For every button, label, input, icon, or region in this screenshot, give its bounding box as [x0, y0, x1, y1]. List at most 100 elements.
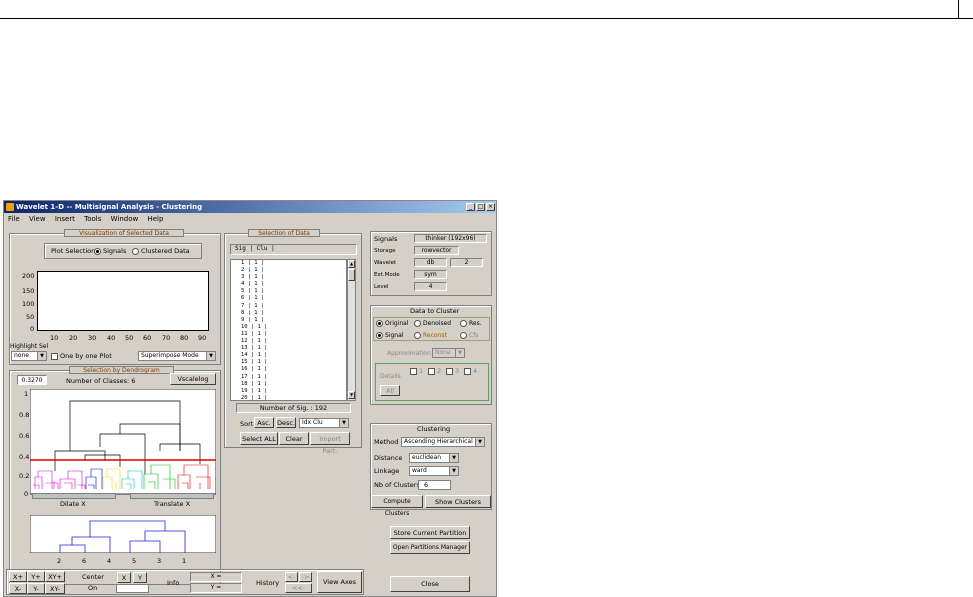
list-item[interactable]: 16 | 1 |: [241, 366, 346, 373]
details-all-button[interactable]: All: [380, 385, 400, 396]
nb-clusters-input[interactable]: 6: [418, 480, 451, 490]
viz-ytick: 0: [30, 325, 35, 333]
list-item[interactable]: 4 | 1 |: [241, 281, 346, 288]
reconst-label: Reconst: [423, 332, 447, 339]
denoised-radio[interactable]: Denoised: [414, 320, 451, 328]
approximation-select[interactable]: None ▼: [432, 348, 465, 358]
center-x-button[interactable]: X: [117, 572, 131, 583]
open-partitions-manager-button[interactable]: Open Partitions Manager: [390, 541, 470, 554]
viz-ytick: 100: [22, 300, 35, 308]
list-item[interactable]: 13 | 1 |: [241, 345, 346, 352]
menu-file[interactable]: File: [8, 215, 20, 223]
list-item[interactable]: 8 | 1 |: [241, 310, 346, 317]
menu-insert[interactable]: Insert: [55, 215, 75, 223]
list-item[interactable]: 1 | 1 |: [241, 260, 346, 267]
selection-header: Sig | Clu |: [230, 244, 357, 255]
zoom-xy-minus-button[interactable]: XY-: [45, 583, 65, 594]
detail-2-checkbox[interactable]: 2: [428, 367, 441, 375]
list-scrollbar[interactable]: ▲ ▼: [347, 259, 356, 401]
scroll-down-icon[interactable]: ▼: [348, 391, 355, 399]
method-select[interactable]: Ascending Hierarchical ▼: [401, 437, 485, 447]
scroll-up-icon[interactable]: ▲: [348, 260, 355, 268]
one-by-one-checkbox[interactable]: One by one Plot: [51, 352, 112, 360]
compute-clusters-button[interactable]: Compute Clusters: [371, 495, 423, 517]
history-reset-button[interactable]: <<-: [285, 583, 312, 593]
list-item[interactable]: 14 | 1 |: [241, 352, 346, 359]
clear-button[interactable]: Clear: [279, 432, 309, 445]
zoom-y-plus-button[interactable]: Y+: [27, 571, 45, 582]
zoom-x-minus-button[interactable]: X-: [9, 583, 27, 594]
linkage-select[interactable]: ward ▼: [409, 466, 459, 476]
vscalelog-button[interactable]: Vscalelog: [170, 373, 216, 385]
clustered-data-radio[interactable]: Clustered Data: [132, 247, 190, 255]
list-item[interactable]: 12 | 1 |: [241, 338, 346, 345]
viz-xtick: 10: [50, 334, 59, 342]
list-item[interactable]: 6 | 1 |: [241, 295, 346, 302]
list-item[interactable]: 3 | 1 |: [241, 274, 346, 281]
close-window-button[interactable]: ×: [486, 203, 495, 211]
zoom-x-plus-button[interactable]: X+: [9, 571, 27, 582]
sort-desc-button[interactable]: Desc.: [276, 417, 296, 428]
translate-scrollbar[interactable]: [130, 493, 214, 499]
list-item[interactable]: 17 | 1 |: [241, 374, 346, 381]
threshold-input[interactable]: 0.3270: [17, 375, 47, 385]
center-y-button[interactable]: Y: [133, 572, 147, 583]
list-item[interactable]: 15 | 1 |: [241, 359, 346, 366]
detail-2-label: 2: [437, 367, 442, 375]
sort-asc-button[interactable]: Asc.: [254, 417, 274, 428]
detail-1-checkbox[interactable]: 1: [410, 367, 423, 375]
center-input[interactable]: [116, 584, 149, 593]
signal-radio[interactable]: Signal: [376, 332, 403, 340]
scroll-thumb[interactable]: [348, 269, 355, 281]
dilate-scrollbar[interactable]: [32, 493, 116, 499]
select-all-button[interactable]: Select ALL: [240, 432, 278, 445]
menu-help[interactable]: Help: [147, 215, 163, 223]
list-item[interactable]: 19 | 1 |: [241, 388, 346, 395]
menu-view[interactable]: View: [29, 215, 46, 223]
list-item[interactable]: 9 | 1 |: [241, 317, 346, 324]
history-forward-button[interactable]: ->: [299, 572, 312, 582]
res-radio[interactable]: Res.: [460, 320, 482, 328]
list-item[interactable]: 5 | 1 |: [241, 288, 346, 295]
sort-by-select[interactable]: Idx Clu ▼: [299, 418, 349, 428]
center-on-label: On: [88, 584, 98, 592]
menu-window[interactable]: Window: [111, 215, 139, 223]
plot-mode-select[interactable]: Superimpose Mode ▼: [138, 351, 216, 361]
history-back-button[interactable]: <-: [285, 572, 298, 582]
signals-radio[interactable]: Signals: [94, 247, 126, 255]
list-item[interactable]: 11 | 1 |: [241, 331, 346, 338]
detail-3-checkbox[interactable]: 3: [446, 367, 459, 375]
import-part-button[interactable]: Import Part.: [310, 432, 350, 455]
level-label: Level: [374, 284, 389, 290]
view-axes-button[interactable]: View Axes: [317, 571, 362, 593]
maximize-button[interactable]: □: [476, 203, 485, 211]
cfs-radio[interactable]: Cfs: [460, 332, 478, 340]
distance-value: euclidean: [412, 454, 442, 461]
detail-4-checkbox[interactable]: 4: [464, 367, 477, 375]
sort-label: Sort: [240, 420, 254, 428]
dendro-ytick: 0.2: [19, 472, 30, 480]
close-button[interactable]: Close: [390, 576, 470, 592]
data-to-cluster-title: Data to Cluster: [410, 307, 460, 315]
dendro-ytick: 0.8: [19, 411, 30, 419]
list-item[interactable]: 10 | 1 |: [241, 324, 346, 331]
zoom-y-minus-button[interactable]: Y-: [27, 583, 45, 594]
highlight-select[interactable]: none ▼: [11, 351, 47, 361]
zoom-xy-plus-button[interactable]: XY+: [45, 571, 65, 582]
reconst-radio[interactable]: Reconst: [414, 332, 447, 340]
viz-xtick: 30: [88, 334, 97, 342]
signal-list[interactable]: 1 | 1 | 2 | 1 | 3 | 1 | 4 | 1 | 5 | 1 | …: [230, 259, 347, 401]
list-item[interactable]: 7 | 1 |: [241, 303, 346, 310]
list-item[interactable]: 20 | 1 |: [241, 395, 346, 402]
list-item[interactable]: 2 | 1 |: [241, 267, 346, 274]
original-radio[interactable]: Original: [376, 320, 408, 328]
minimize-button[interactable]: _: [466, 203, 475, 211]
menu-bar: File View Insert Tools Window Help: [4, 214, 496, 224]
show-clusters-button[interactable]: Show Clusters: [425, 495, 491, 508]
list-item[interactable]: 18 | 1 |: [241, 381, 346, 388]
menu-tools[interactable]: Tools: [84, 215, 101, 223]
store-partition-button[interactable]: Store Current Partition: [390, 526, 470, 539]
original-label: Original: [385, 320, 409, 327]
distance-select[interactable]: euclidean ▼: [409, 453, 459, 463]
overview-label: 1: [182, 557, 187, 565]
